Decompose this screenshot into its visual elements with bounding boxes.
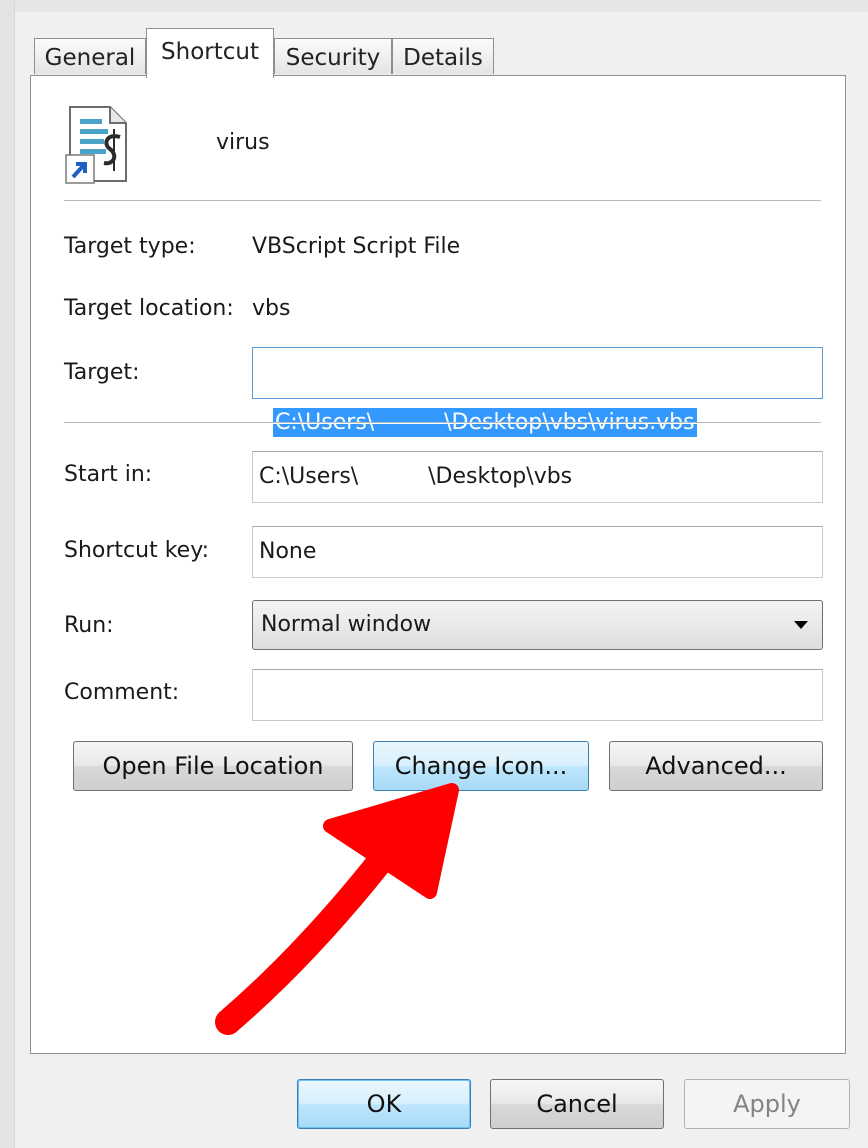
separator [64, 200, 821, 202]
chevron-down-icon [794, 621, 808, 629]
shortcut-key-field[interactable]: None [252, 526, 823, 578]
advanced-button[interactable]: Advanced... [609, 741, 823, 791]
tab-general[interactable]: General [34, 38, 146, 74]
open-file-location-button[interactable]: Open File Location [73, 741, 353, 791]
change-icon-button[interactable]: Change Icon... [373, 741, 589, 791]
file-name: virus [216, 130, 270, 155]
target-location-label: Target location: [64, 296, 234, 321]
target-location-value: vbs [252, 296, 291, 321]
run-dropdown[interactable]: Normal window [252, 600, 823, 650]
start-in-label: Start in: [64, 462, 153, 487]
tab-details[interactable]: Details [392, 38, 494, 74]
apply-button[interactable]: Apply [684, 1079, 850, 1129]
tab-security[interactable]: Security [274, 38, 392, 74]
tab-shortcut[interactable]: Shortcut [146, 28, 274, 78]
separator [64, 422, 821, 424]
comment-label: Comment: [64, 680, 180, 705]
shortcut-key-label: Shortcut key: [64, 538, 210, 563]
ok-button[interactable]: OK [297, 1079, 471, 1129]
vbscript-shortcut-icon [64, 103, 140, 185]
comment-field[interactable] [252, 669, 823, 721]
start-in-field[interactable]: C:\Users\ \Desktop\vbs [252, 451, 823, 503]
target-type-label: Target type: [64, 234, 196, 259]
target-type-value: VBScript Script File [252, 234, 461, 259]
run-dropdown-value: Normal window [261, 612, 432, 637]
run-label: Run: [64, 613, 114, 638]
target-field[interactable]: C:\Users\ \Desktop\vbs\virus.vbs [252, 347, 823, 437]
cancel-button[interactable]: Cancel [490, 1079, 664, 1129]
window-top-edge [0, 0, 868, 12]
window-left-edge [0, 0, 15, 1148]
target-label: Target: [64, 360, 140, 385]
